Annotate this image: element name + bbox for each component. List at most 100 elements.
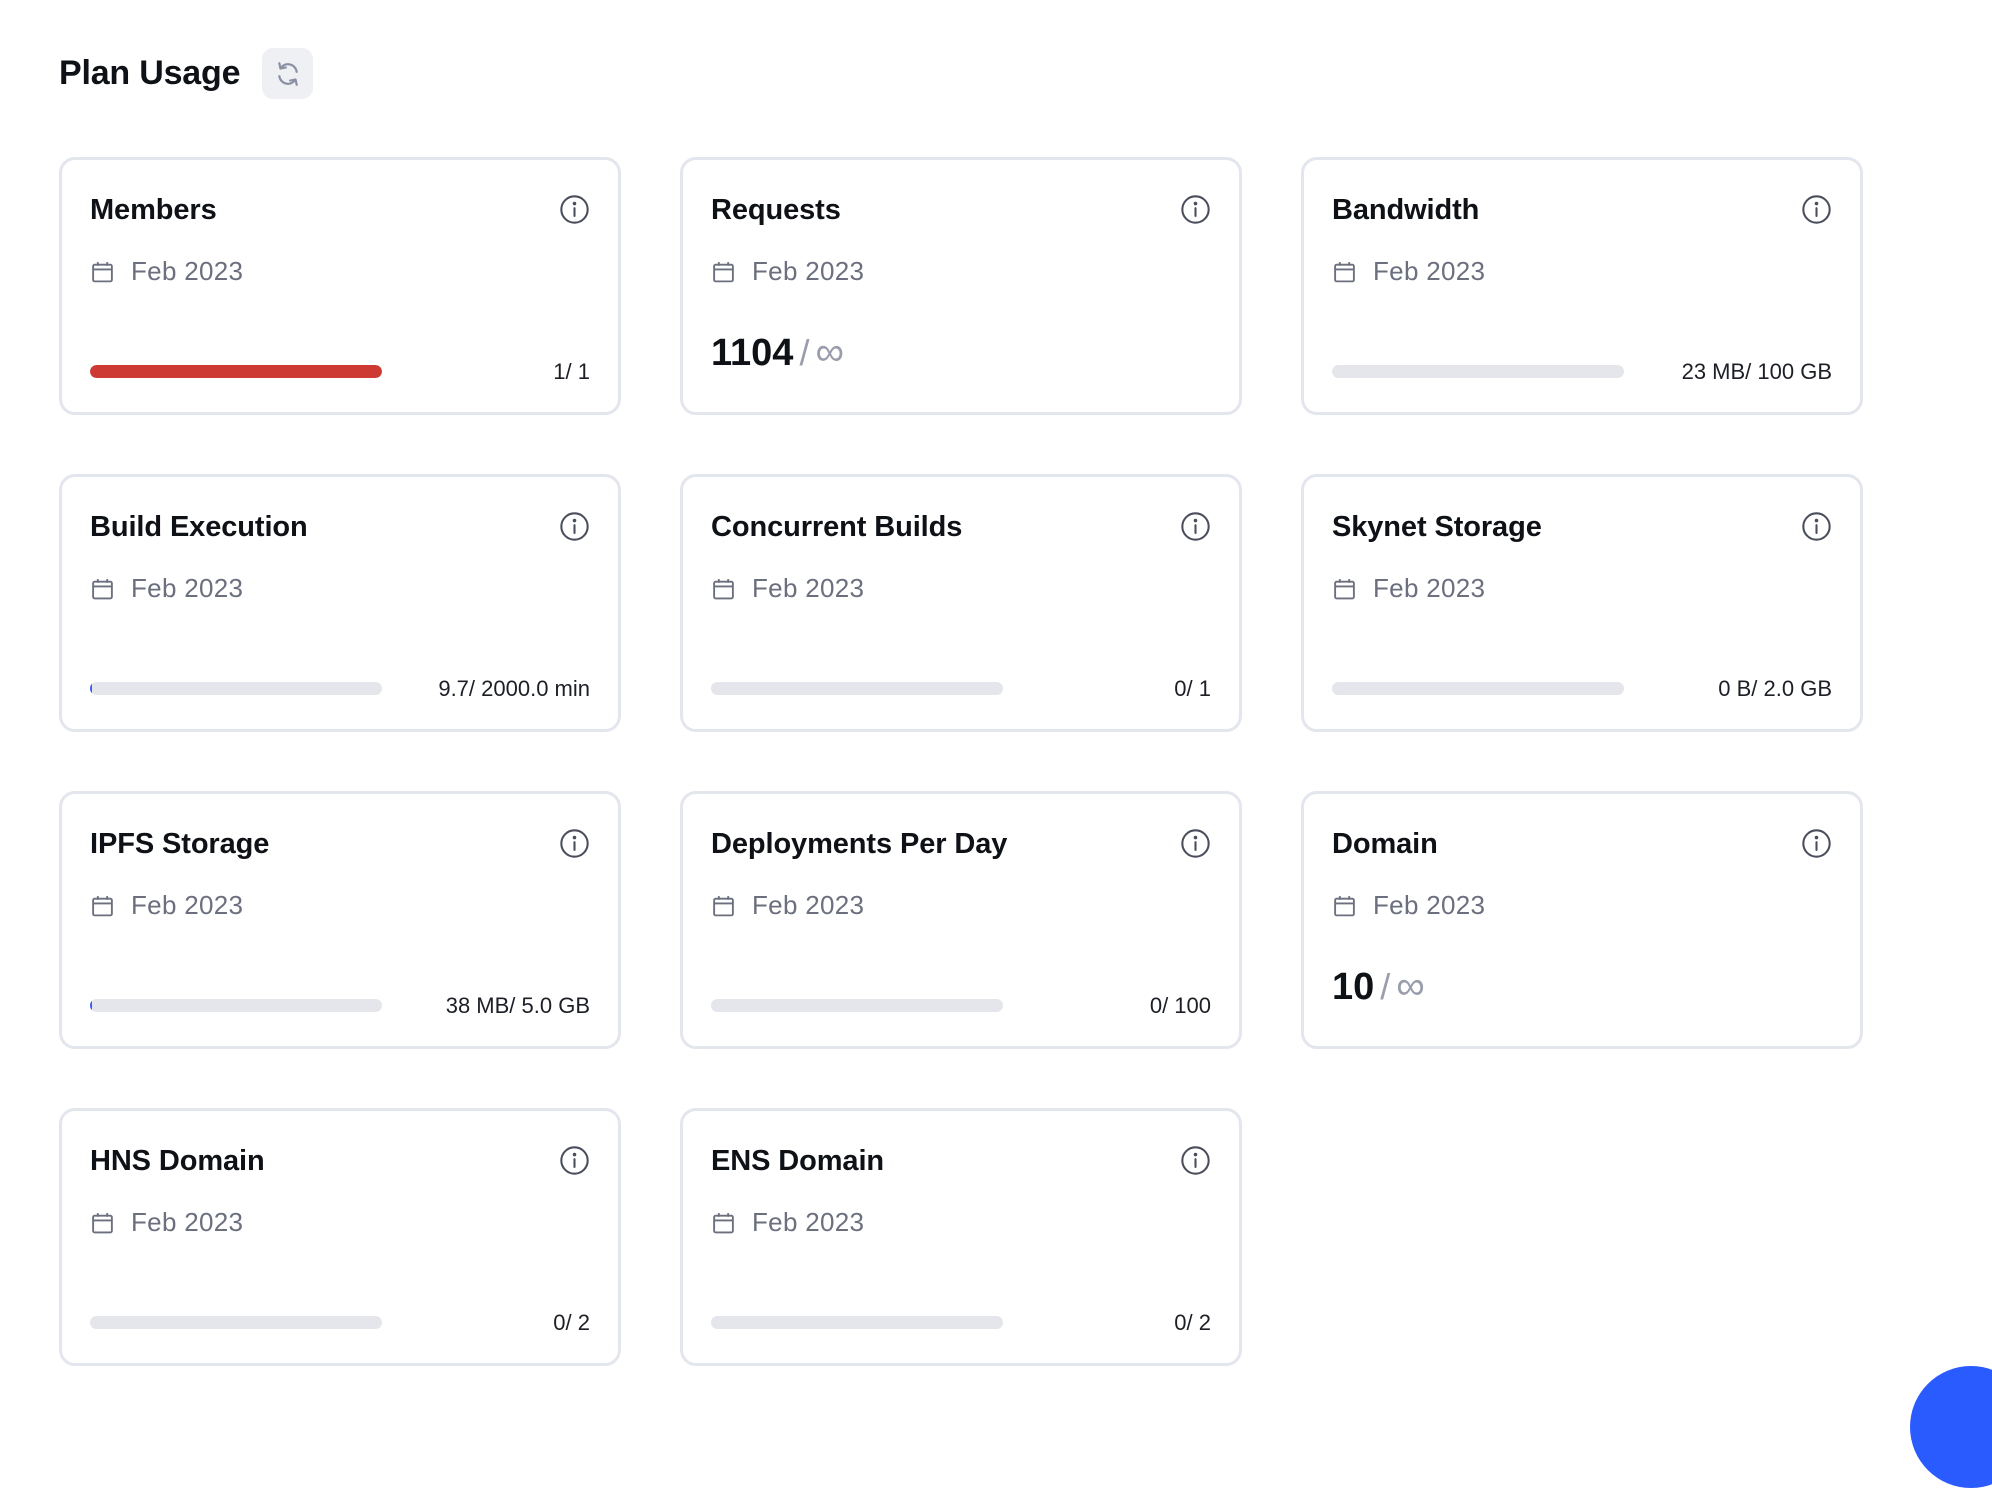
card-title: Bandwidth bbox=[1332, 194, 1480, 226]
period-row: Feb 2023 bbox=[90, 1207, 243, 1238]
usage-card-deployments-per-day: Deployments Per Day Feb 2023 0/ 100 bbox=[680, 791, 1242, 1049]
usage-progress-bar bbox=[1332, 365, 1624, 378]
usage-card-ipfs-storage: IPFS Storage Feb 2023 38 MB/ 5.0 GB bbox=[59, 791, 621, 1049]
period-row: Feb 2023 bbox=[711, 256, 864, 287]
period-label: Feb 2023 bbox=[1373, 573, 1486, 603]
period-row: Feb 2023 bbox=[90, 890, 243, 921]
period-label: Feb 2023 bbox=[131, 256, 244, 286]
period-row: Feb 2023 bbox=[711, 890, 864, 921]
chat-button[interactable] bbox=[1910, 1366, 1992, 1488]
usage-card-ens-domain: ENS Domain Feb 2023 0/ 2 bbox=[680, 1108, 1242, 1366]
period-row: Feb 2023 bbox=[711, 573, 864, 604]
period-label: Feb 2023 bbox=[131, 573, 244, 603]
infinity-icon: ∞ bbox=[1396, 964, 1425, 1008]
usage-value: 23 MB/ 100 GB bbox=[1681, 359, 1832, 384]
usage-value: 0/ 2 bbox=[1174, 1310, 1211, 1335]
calendar-icon bbox=[713, 261, 734, 282]
usage-counter: 1104 / ∞ bbox=[711, 330, 844, 375]
usage-card-hns-domain: HNS Domain Feb 2023 0/ 2 bbox=[59, 1108, 621, 1366]
refresh-icon bbox=[278, 61, 298, 86]
usage-count: 1104 bbox=[711, 332, 794, 374]
usage-card-members: Members Feb 2023 1/ 1 bbox=[59, 157, 621, 415]
usage-card-requests: Requests Feb 2023 1104 / ∞ bbox=[680, 157, 1242, 415]
usage-progress-fill bbox=[90, 999, 93, 1012]
period-row: Feb 2023 bbox=[1332, 573, 1485, 604]
card-title: IPFS Storage bbox=[90, 828, 270, 860]
calendar-icon bbox=[92, 261, 113, 282]
usage-progress-fill bbox=[90, 365, 382, 378]
card-title: Build Execution bbox=[90, 511, 308, 543]
usage-value: 0/ 1 bbox=[1174, 676, 1211, 701]
usage-card-concurrent-builds: Concurrent Builds Feb 2023 0/ 1 bbox=[680, 474, 1242, 732]
info-icon[interactable] bbox=[559, 828, 590, 859]
info-icon[interactable] bbox=[1180, 828, 1211, 859]
info-icon[interactable] bbox=[559, 1145, 590, 1176]
usage-value: 9.7/ 2000.0 min bbox=[438, 676, 590, 701]
info-icon[interactable] bbox=[1801, 828, 1832, 859]
period-label: Feb 2023 bbox=[752, 573, 865, 603]
calendar-icon bbox=[1334, 895, 1355, 916]
usage-progress-bar bbox=[90, 682, 382, 695]
usage-count: 10 bbox=[1332, 966, 1375, 1008]
usage-card-domain: Domain Feb 2023 10 / ∞ bbox=[1301, 791, 1863, 1049]
card-title: HNS Domain bbox=[90, 1145, 265, 1177]
card-title: Domain bbox=[1332, 828, 1438, 860]
calendar-icon bbox=[713, 895, 734, 916]
period-row: Feb 2023 bbox=[1332, 890, 1485, 921]
card-title: Members bbox=[90, 194, 217, 226]
usage-value: 0/ 2 bbox=[553, 1310, 590, 1335]
usage-progress-bar bbox=[711, 1316, 1003, 1329]
usage-card-skynet-storage: Skynet Storage Feb 2023 0 B/ 2.0 GB bbox=[1301, 474, 1863, 732]
usage-progress-bar bbox=[90, 365, 382, 378]
usage-value: 1/ 1 bbox=[553, 359, 590, 384]
usage-separator: / bbox=[1380, 966, 1391, 1007]
period-label: Feb 2023 bbox=[1373, 256, 1486, 286]
infinity-icon: ∞ bbox=[815, 330, 844, 374]
calendar-icon bbox=[92, 578, 113, 599]
usage-separator: / bbox=[799, 332, 810, 373]
usage-card-grid: Members Feb 2023 1/ 1 Requests Feb 2023 … bbox=[59, 157, 1863, 1366]
period-row: Feb 2023 bbox=[90, 256, 243, 287]
usage-card-bandwidth: Bandwidth Feb 2023 23 MB/ 100 GB bbox=[1301, 157, 1863, 415]
usage-value: 0/ 100 bbox=[1149, 993, 1211, 1018]
info-icon[interactable] bbox=[559, 511, 590, 542]
period-label: Feb 2023 bbox=[752, 1207, 865, 1237]
calendar-icon bbox=[713, 578, 734, 599]
info-icon[interactable] bbox=[1180, 511, 1211, 542]
usage-value: 0 B/ 2.0 GB bbox=[1718, 676, 1832, 701]
card-title: Requests bbox=[711, 194, 841, 226]
info-icon[interactable] bbox=[1180, 194, 1211, 225]
usage-progress-fill bbox=[90, 682, 92, 695]
info-icon[interactable] bbox=[1801, 511, 1832, 542]
usage-value: 38 MB/ 5.0 GB bbox=[445, 993, 590, 1018]
usage-progress-bar bbox=[1332, 682, 1624, 695]
card-title: Skynet Storage bbox=[1332, 511, 1542, 543]
usage-progress-bar bbox=[711, 999, 1003, 1012]
calendar-icon bbox=[92, 895, 113, 916]
calendar-icon bbox=[713, 1212, 734, 1233]
period-label: Feb 2023 bbox=[752, 890, 865, 920]
period-label: Feb 2023 bbox=[752, 256, 865, 286]
period-label: Feb 2023 bbox=[131, 1207, 244, 1237]
usage-progress-bar bbox=[90, 1316, 382, 1329]
card-title: ENS Domain bbox=[711, 1145, 885, 1177]
info-icon[interactable] bbox=[1180, 1145, 1211, 1176]
period-row: Feb 2023 bbox=[711, 1207, 864, 1238]
usage-counter: 10 / ∞ bbox=[1332, 964, 1425, 1009]
page-header: Plan Usage bbox=[59, 48, 314, 99]
usage-card-build-execution: Build Execution Feb 2023 9.7/ 2000.0 min bbox=[59, 474, 621, 732]
usage-progress-bar bbox=[711, 682, 1003, 695]
page-title: Plan Usage bbox=[59, 54, 241, 92]
info-icon[interactable] bbox=[1801, 194, 1832, 225]
calendar-icon bbox=[1334, 261, 1355, 282]
card-title: Concurrent Builds bbox=[711, 511, 963, 543]
period-row: Feb 2023 bbox=[90, 573, 243, 604]
calendar-icon bbox=[1334, 578, 1355, 599]
period-label: Feb 2023 bbox=[1373, 890, 1486, 920]
refresh-button[interactable] bbox=[262, 48, 314, 99]
info-icon[interactable] bbox=[559, 194, 590, 225]
period-label: Feb 2023 bbox=[131, 890, 244, 920]
card-title: Deployments Per Day bbox=[711, 828, 1008, 860]
period-row: Feb 2023 bbox=[1332, 256, 1485, 287]
usage-progress-bar bbox=[90, 999, 382, 1012]
